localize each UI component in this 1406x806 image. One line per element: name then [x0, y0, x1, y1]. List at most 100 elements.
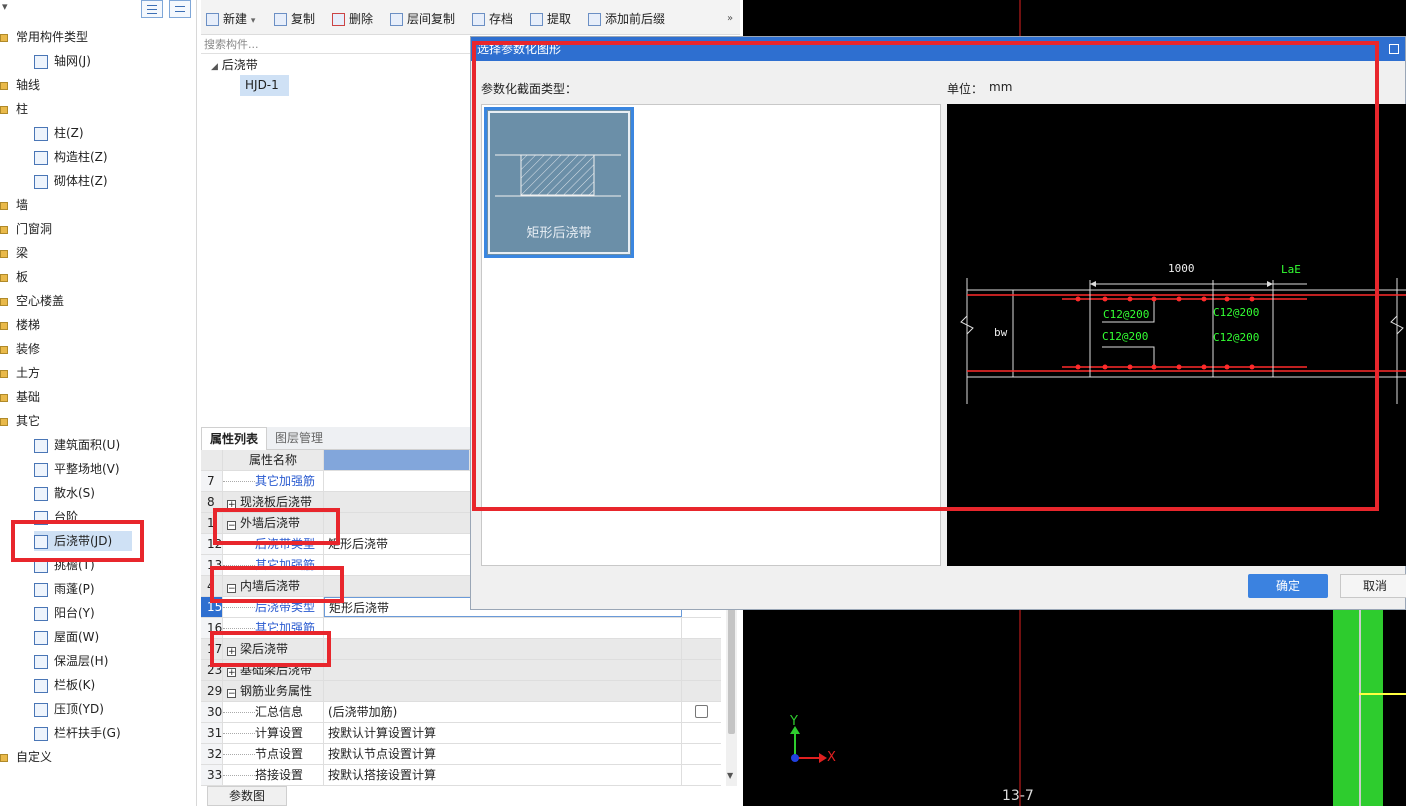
component-icon	[34, 54, 48, 69]
expand-icon[interactable]: +	[227, 668, 236, 678]
row-name[interactable]: − 外墙后浇带	[223, 513, 324, 533]
row-name[interactable]: + 梁后浇带	[223, 639, 324, 659]
checkbox[interactable]	[695, 705, 708, 718]
tree-leaf[interactable]: 平整场地(V)	[34, 459, 120, 479]
tree-folder[interactable]: 梁	[0, 243, 28, 263]
tree-folder[interactable]: 常用构件类型	[0, 27, 88, 47]
rebar-label-bottom-left: C12@200	[1102, 330, 1149, 343]
folder-icon	[0, 273, 8, 282]
component-hjd-1[interactable]: HJD-1	[240, 75, 289, 96]
component-icon	[34, 678, 48, 693]
maximize-icon[interactable]	[1389, 44, 1399, 54]
shape-rect-post-pour[interactable]: 矩形后浇带	[484, 107, 634, 258]
row-name[interactable]: + 基础梁后浇带	[223, 660, 324, 680]
row-value[interactable]: 按默认节点设置计算	[324, 744, 682, 764]
grid-scrollbar[interactable]: ▼	[726, 600, 737, 786]
floor-copy-button[interactable]: 层间复制	[390, 10, 455, 28]
tree-folder[interactable]: 板	[0, 267, 28, 287]
tree-leaf[interactable]: 栏杆扶手(G)	[34, 723, 121, 743]
component-icon	[34, 150, 48, 165]
tree-folder[interactable]: 基础	[0, 387, 41, 407]
table-row[interactable]: 33 搭接设置 按默认搭接设置计算	[201, 765, 721, 786]
row-name[interactable]: − 钢筋业务属性	[223, 681, 324, 701]
row-value[interactable]	[324, 639, 682, 659]
folder-icon	[0, 249, 8, 258]
tree-leaf[interactable]: 阳台(Y)	[34, 603, 95, 623]
tab-layer-management[interactable]: 图层管理	[267, 427, 331, 449]
row-value[interactable]	[324, 681, 682, 701]
tree-folder[interactable]: 空心楼盖	[0, 291, 64, 311]
tree-folder[interactable]: 门窗洞	[0, 219, 52, 239]
tree-folder[interactable]: 轴线	[0, 75, 40, 95]
collapse-arrow-icon[interactable]: ▾	[2, 0, 8, 13]
expand-icon[interactable]: +	[227, 500, 236, 510]
tree-leaf[interactable]: 台阶	[34, 507, 78, 527]
row-name[interactable]: − 内墙后浇带	[223, 576, 324, 596]
scroll-thumb[interactable]	[728, 604, 735, 734]
row-value[interactable]	[324, 618, 682, 638]
tree-leaf[interactable]: 雨蓬(P)	[34, 579, 95, 599]
tree-leaf[interactable]: 保温层(H)	[34, 651, 108, 671]
table-row[interactable]: 31 计算设置 按默认计算设置计算	[201, 723, 721, 744]
tree-leaf[interactable]: 轴网(J)	[34, 51, 91, 71]
collapse-icon[interactable]: −	[227, 689, 236, 699]
table-row[interactable]: 23 + 基础梁后浇带	[201, 660, 721, 681]
group-hjd[interactable]: ◢ 后浇带	[211, 56, 258, 74]
search-input[interactable]: 搜索构件...	[201, 35, 473, 54]
tree-folder[interactable]: 装修	[0, 339, 40, 359]
tab-parameter-figure[interactable]: 参数图	[207, 786, 287, 806]
tree-folder[interactable]: 楼梯	[0, 315, 40, 335]
tree-leaf[interactable]: 屋面(W)	[34, 627, 99, 647]
row-name[interactable]: + 现浇板后浇带	[223, 492, 324, 512]
tree-folder[interactable]: 自定义	[0, 747, 52, 767]
cancel-button[interactable]: 取消	[1340, 574, 1406, 598]
tree-leaf[interactable]: 构造柱(Z)	[34, 147, 108, 167]
dialog-title-bar[interactable]: 选择参数化图形	[471, 37, 1405, 61]
table-row[interactable]: 17 + 梁后浇带	[201, 639, 721, 660]
green-wall	[1333, 610, 1383, 806]
grid-view-button[interactable]	[169, 0, 191, 18]
delete-button[interactable]: 删除	[332, 10, 373, 28]
tree-leaf[interactable]: 柱(Z)	[34, 123, 84, 143]
save-button[interactable]: 存档	[472, 10, 513, 28]
row-value[interactable]: (后浇带加筋)	[324, 702, 682, 722]
expand-icon[interactable]: +	[227, 647, 236, 657]
copy-button[interactable]: 复制	[274, 10, 315, 28]
tree-item-label: 基础	[16, 390, 41, 404]
tree-leaf[interactable]: 后浇带(JD)	[34, 531, 132, 551]
tree-folder[interactable]: 墙	[0, 195, 28, 215]
tree-leaf[interactable]: 砌体柱(Z)	[34, 171, 108, 191]
list-view-button[interactable]	[141, 0, 163, 18]
scroll-down-icon[interactable]: ▼	[727, 771, 733, 780]
tree-leaf[interactable]: 挑檐(T)	[34, 555, 95, 575]
tab-property-list[interactable]: 属性列表	[201, 427, 268, 450]
more-icon[interactable]: »	[727, 10, 733, 28]
tree-item-label: 砌体柱(Z)	[54, 174, 108, 188]
tree-folder[interactable]: 其它	[0, 411, 40, 431]
component-icon	[34, 654, 48, 669]
expand-triangle-icon[interactable]: ◢	[211, 62, 218, 72]
row-value[interactable]: 按默认搭接设置计算	[324, 765, 682, 785]
tree-item-label: 后浇带(JD)	[54, 534, 113, 548]
new-button[interactable]: 新建 ▾	[206, 10, 255, 28]
tree-folder[interactable]: 土方	[0, 363, 40, 383]
extract-button[interactable]: 提取	[530, 10, 571, 28]
row-number: 23	[201, 660, 223, 680]
table-row[interactable]: 30 汇总信息 (后浇带加筋)	[201, 702, 721, 723]
component-icon	[34, 606, 48, 621]
ok-button[interactable]: 确定	[1248, 574, 1328, 598]
row-value[interactable]	[324, 660, 682, 680]
table-row[interactable]: 29− 钢筋业务属性	[201, 681, 721, 702]
tree-leaf[interactable]: 散水(S)	[34, 483, 95, 503]
tree-leaf[interactable]: 建筑面积(U)	[34, 435, 120, 455]
table-row[interactable]: 16 其它加强筋	[201, 618, 721, 639]
collapse-icon[interactable]: −	[227, 584, 236, 594]
tree-leaf[interactable]: 栏板(K)	[34, 675, 95, 695]
collapse-icon[interactable]: −	[227, 521, 236, 531]
table-row[interactable]: 32 节点设置 按默认节点设置计算	[201, 744, 721, 765]
tree-leaf[interactable]: 压顶(YD)	[34, 699, 104, 719]
component-icon	[34, 558, 48, 573]
add-prefix-button[interactable]: 添加前后缀	[588, 10, 665, 28]
row-value[interactable]: 按默认计算设置计算	[324, 723, 682, 743]
tree-folder[interactable]: 柱	[0, 99, 28, 119]
